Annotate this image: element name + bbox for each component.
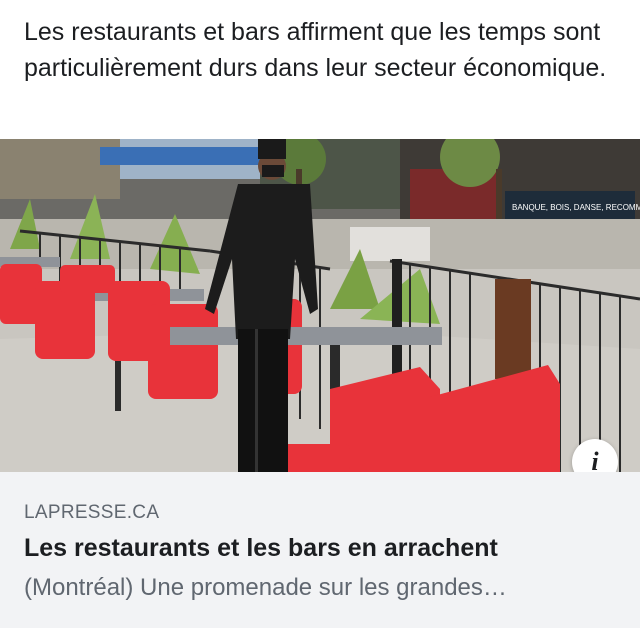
link-domain: LAPRESSE.CA [24, 502, 160, 523]
terrace-photo: BANQUE, BOIS, DANSE, RECOMMENCE... [0, 139, 640, 472]
link-description: (Montréal) Une promenade sur les grandes… [24, 574, 507, 601]
post-text: Les restaurants et bars affirment que le… [24, 18, 607, 82]
link-preview-meta[interactable]: LAPRESSE.CA Les restaurants et les bars … [0, 472, 640, 628]
link-title[interactable]: Les restaurants et les bars en arrachent [24, 534, 624, 563]
link-preview-card[interactable]: BANQUE, BOIS, DANSE, RECOMMENCE... [0, 139, 640, 628]
storefront-sign: BANQUE, BOIS, DANSE, RECOMMENCE... [512, 203, 640, 212]
link-preview-image[interactable]: BANQUE, BOIS, DANSE, RECOMMENCE... [0, 139, 640, 472]
